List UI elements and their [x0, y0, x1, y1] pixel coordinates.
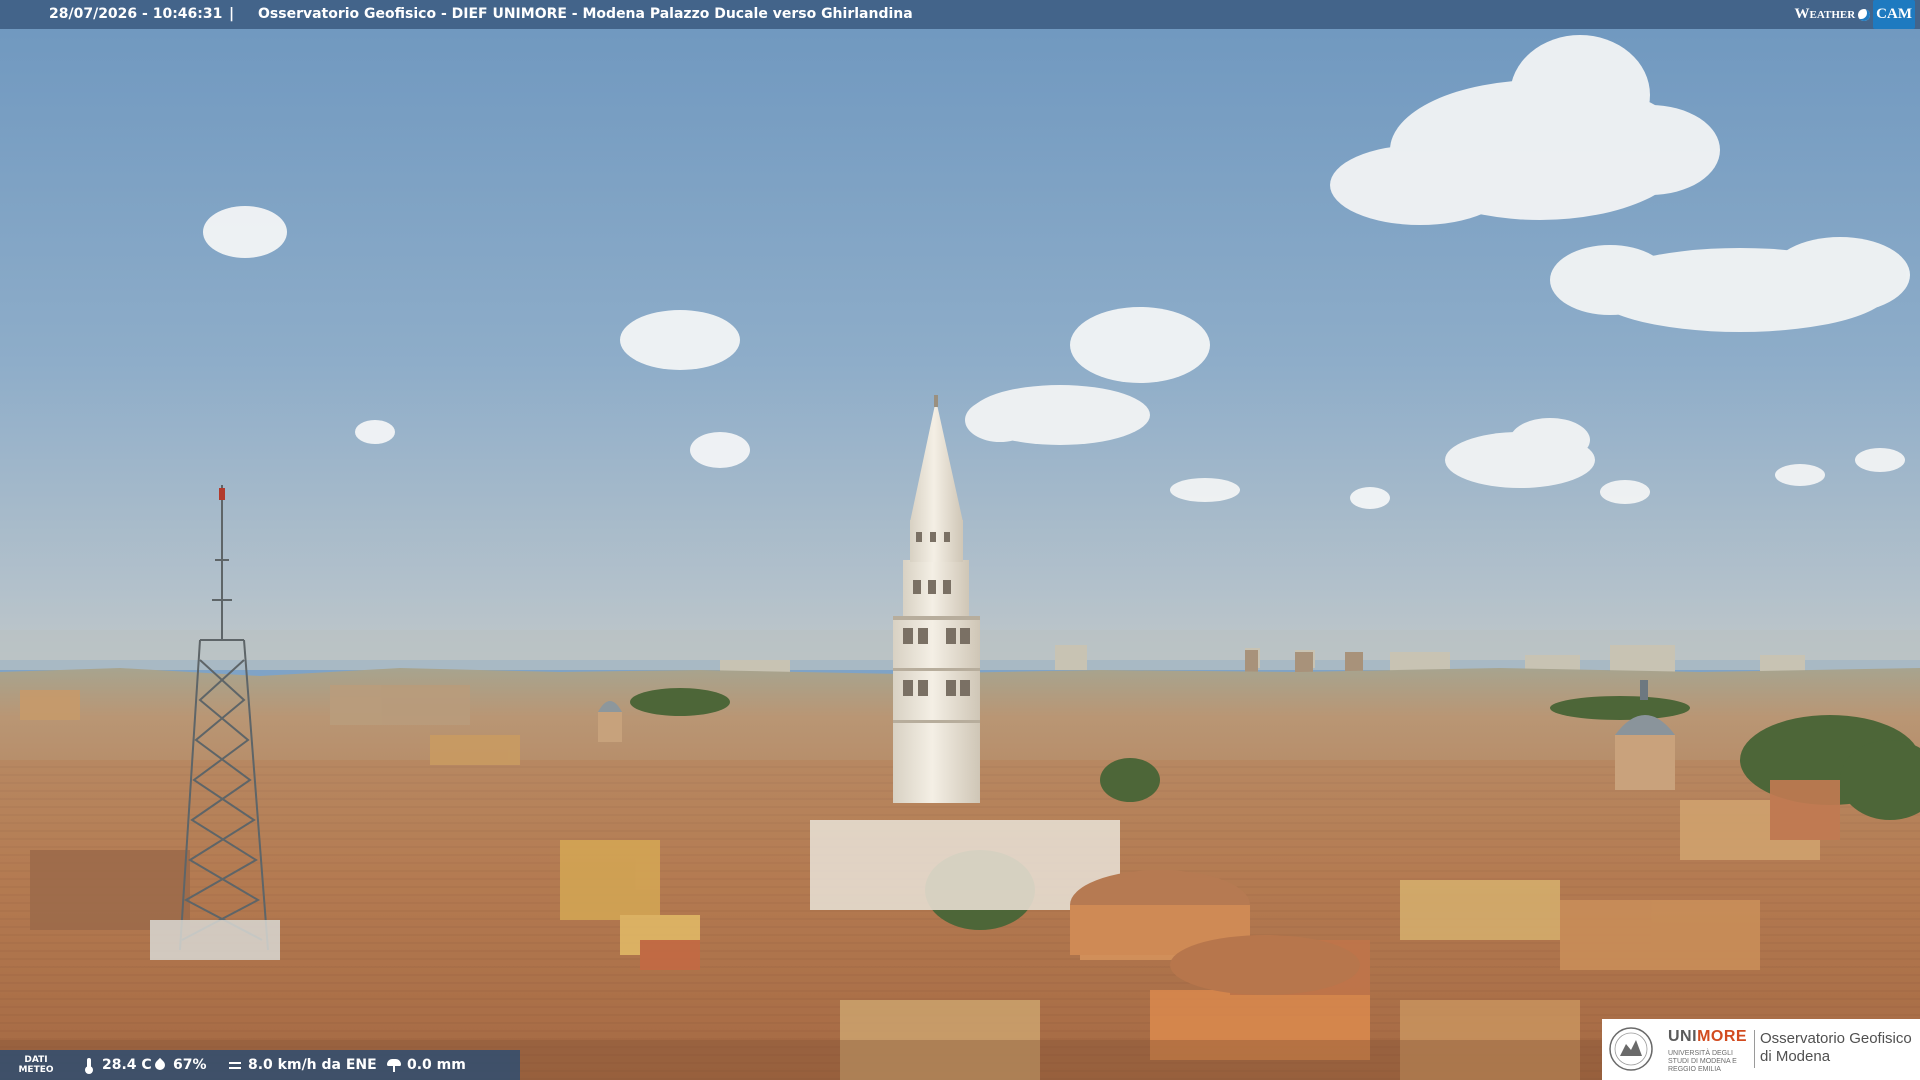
wind-value: 8.0 km/h da ENE — [248, 1057, 377, 1073]
humidity-value: 67% — [173, 1057, 207, 1073]
observatory-name: Osservatorio Geofisico di Modena — [1760, 1030, 1912, 1066]
header-separator: | — [229, 6, 235, 22]
temperature-readout: 28.4 C — [82, 1055, 152, 1075]
observatory-line-2: di Modena — [1760, 1048, 1831, 1065]
temperature-value: 28.4 C — [102, 1057, 152, 1073]
logo-divider — [1754, 1030, 1755, 1068]
unimore-prefix: UNI — [1668, 1028, 1698, 1045]
meteo-label: DATI METEO — [18, 1055, 54, 1075]
thermometer-icon — [82, 1058, 96, 1074]
camera-caption: Osservatorio Geofisico - DIEF UNIMORE - … — [258, 6, 913, 22]
humidity-drop-icon — [153, 1058, 167, 1072]
brand-weather: Weather — [1794, 6, 1856, 22]
timestamp: 28/07/2026 - 10:46:31 — [49, 6, 223, 22]
unimore-accent: MORE — [1697, 1028, 1748, 1045]
university-seal-icon — [1609, 1027, 1653, 1071]
unimore-wordmark: UNIMORE — [1668, 1028, 1747, 1046]
meteo-bar: DATI METEO 28.4 C 67% 8.0 km/h da ENE 0.… — [0, 1050, 520, 1080]
webcam-image — [0, 0, 1920, 1080]
weathercam-logo: Weather CAM — [1795, 0, 1915, 29]
wind-icon — [228, 1058, 242, 1072]
rain-value: 0.0 mm — [407, 1057, 466, 1073]
rain-icon — [387, 1058, 401, 1072]
webcam-frame: 28/07/2026 - 10:46:31 | Osservatorio Geo… — [0, 0, 1920, 1080]
brand-cam: CAM — [1873, 0, 1915, 29]
header-bar: 28/07/2026 - 10:46:31 | Osservatorio Geo… — [0, 0, 1920, 29]
unimore-subtitle: UNIVERSITÀ DEGLI STUDI DI MODENA E REGGI… — [1668, 1050, 1737, 1073]
observatory-line-1: Osservatorio Geofisico — [1760, 1030, 1912, 1047]
humidity-readout: 67% — [153, 1055, 207, 1075]
wind-readout: 8.0 km/h da ENE — [228, 1055, 377, 1075]
rain-readout: 0.0 mm — [387, 1055, 466, 1075]
unimore-logo: UNIMORE UNIVERSITÀ DEGLI STUDI DI MODENA… — [1602, 1019, 1920, 1080]
globe-icon — [1858, 8, 1871, 21]
